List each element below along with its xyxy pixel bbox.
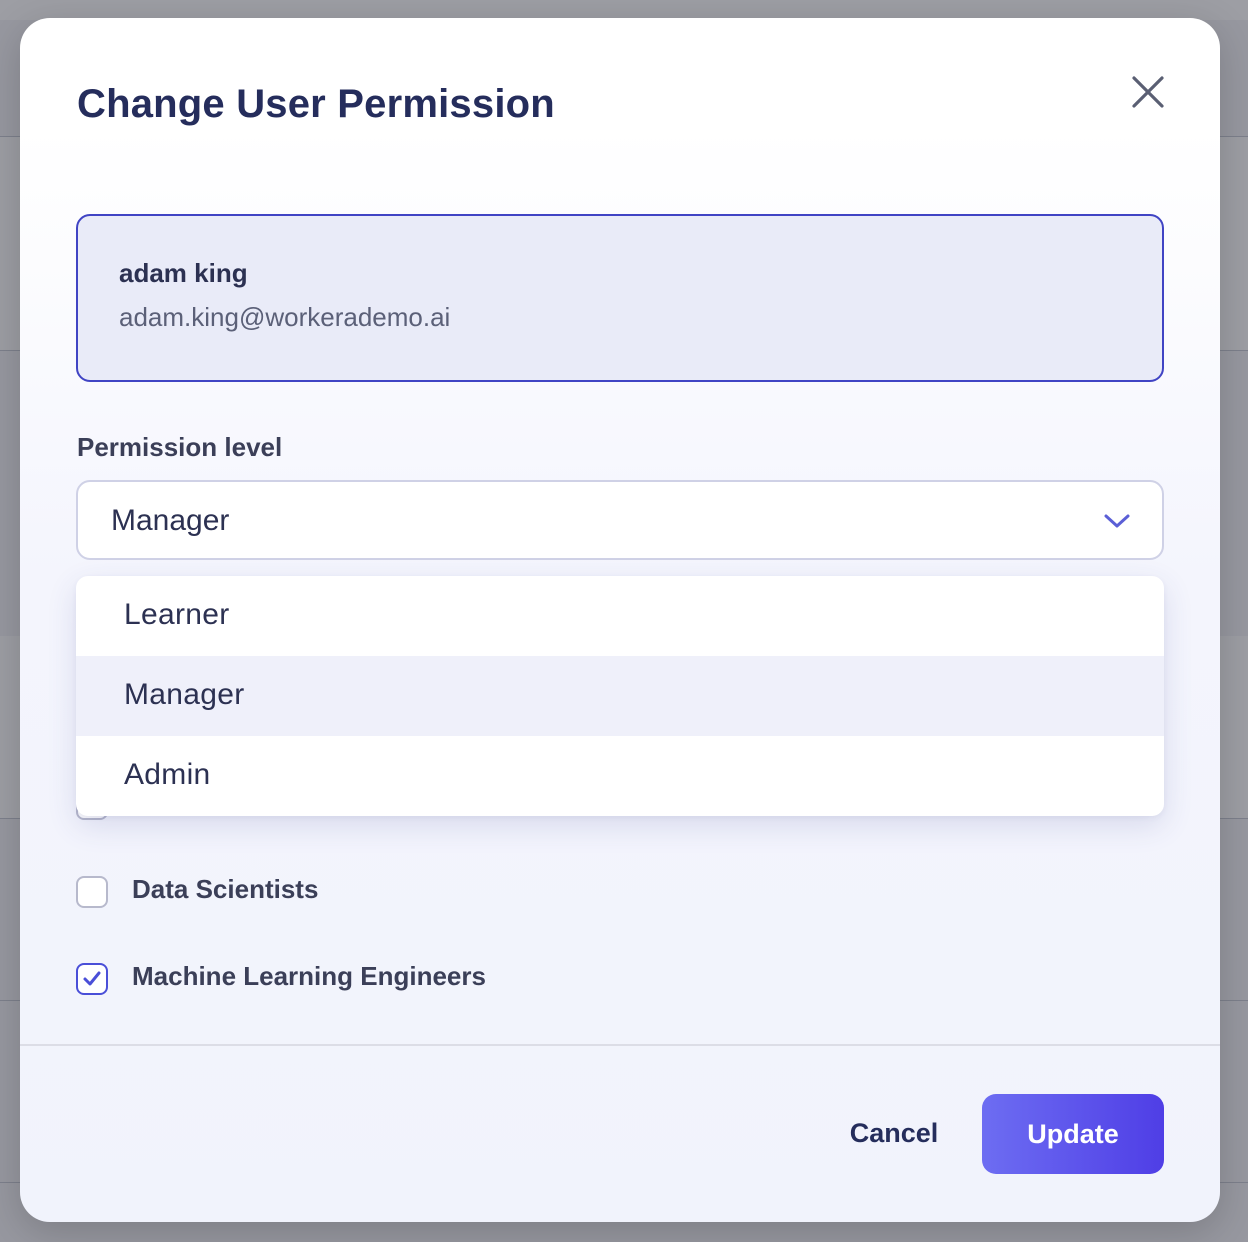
user-name: adam king bbox=[119, 258, 248, 288]
checkmark-icon bbox=[83, 971, 101, 986]
close-icon[interactable] bbox=[1126, 70, 1170, 114]
dropdown-option-manager[interactable]: Manager bbox=[76, 656, 1164, 736]
team-row-machine-learning-engineers[interactable]: Machine Learning Engineers bbox=[76, 961, 976, 997]
dropdown-option-learner[interactable]: Learner bbox=[76, 576, 1164, 656]
chevron-down-icon bbox=[1102, 510, 1132, 532]
team-label: Machine Learning Engineers bbox=[132, 961, 486, 991]
team-label: Data Scientists bbox=[132, 874, 319, 904]
change-permission-modal: Change User Permission adam king adam.ki… bbox=[20, 18, 1220, 1222]
cancel-button[interactable]: Cancel bbox=[824, 1108, 964, 1158]
permission-level-label: Permission level bbox=[77, 432, 283, 462]
user-email: adam.king@workerademo.ai bbox=[119, 302, 451, 332]
permission-selected-value: Manager bbox=[111, 504, 230, 537]
permission-level-select[interactable]: Manager bbox=[76, 480, 1164, 560]
data-scientists-checkbox[interactable] bbox=[76, 876, 108, 908]
dropdown-option-admin[interactable]: Admin bbox=[76, 736, 1164, 816]
modal-title: Change User Permission bbox=[77, 82, 555, 126]
footer-divider bbox=[20, 1044, 1220, 1046]
user-card: adam king adam.king@workerademo.ai bbox=[76, 214, 1164, 382]
permission-dropdown-menu: Learner Manager Admin bbox=[76, 576, 1164, 816]
team-row-data-scientists[interactable]: Data Scientists bbox=[76, 874, 976, 910]
update-button[interactable]: Update bbox=[982, 1094, 1164, 1174]
machine-learning-engineers-checkbox[interactable] bbox=[76, 963, 108, 995]
